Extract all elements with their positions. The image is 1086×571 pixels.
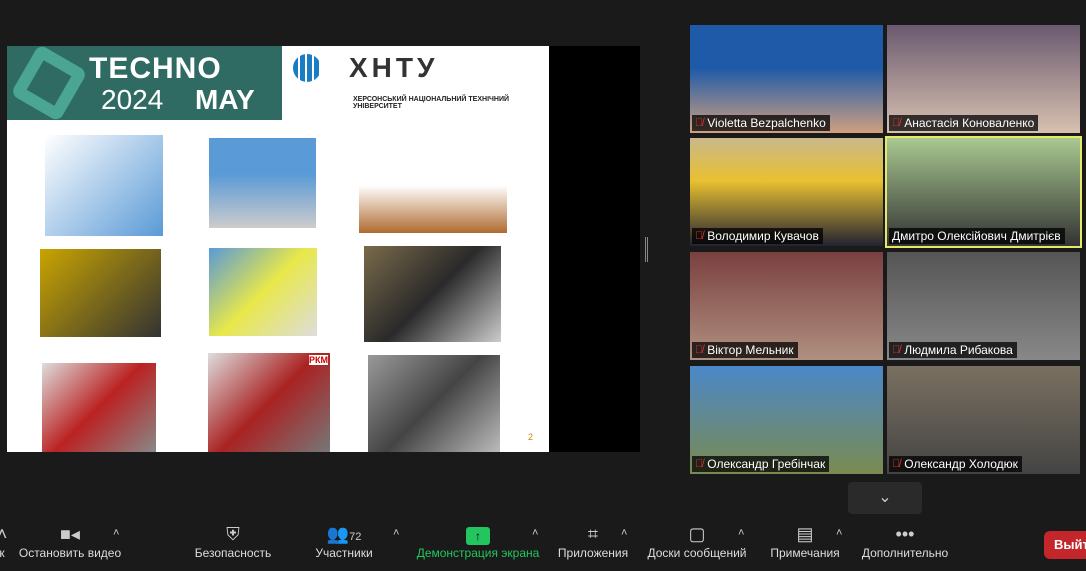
slide-image xyxy=(40,249,161,337)
page-number: 2 xyxy=(528,432,534,442)
shared-screen: TECHNO 2024 MAY ХНТУ ХЕРСОНСЬКИЙ НАЦІОНА… xyxy=(7,43,640,452)
participant-name: Violetta Bezpalchenko xyxy=(707,116,826,130)
people-icon: 👥72 xyxy=(326,524,362,544)
notes-button[interactable]: ▤ Примечания xyxy=(765,522,845,560)
participant-tile[interactable]: Дмитро Олексійович Дмитрієв xyxy=(885,136,1082,248)
participants-label: Участники xyxy=(315,546,373,560)
participant-tile[interactable]: 🎙̸ Олександр Гребінчак xyxy=(690,366,883,474)
participant-name-tag: 🎙̸ Violetta Bezpalchenko xyxy=(692,115,830,131)
slide-image xyxy=(209,248,317,336)
participant-name-tag: 🎙̸ Людмила Рибакова xyxy=(889,342,1017,358)
shield-icon: ⛨ xyxy=(226,524,240,544)
participant-name: Олександр Холодюк xyxy=(904,457,1018,471)
video-options-caret[interactable]: ˄ xyxy=(113,527,119,539)
more-label: Дополнительно xyxy=(861,546,949,560)
slide-image: РКМ xyxy=(208,353,330,452)
logo-text: ХНТУ xyxy=(349,52,439,83)
muted-mic-icon: 🎙̸ xyxy=(892,344,901,356)
presentation-slide: TECHNO 2024 MAY ХНТУ ХЕРСОНСЬКИЙ НАЦІОНА… xyxy=(7,43,549,452)
participant-tile[interactable]: 🎙̸ Violetta Bezpalchenko xyxy=(690,25,883,133)
apps-label: Приложения xyxy=(557,546,629,560)
participants-button[interactable]: 👥72 Участники xyxy=(310,522,378,560)
audio-label: к xyxy=(0,546,5,560)
participant-name: Олександр Гребінчак xyxy=(707,457,826,471)
banner-tech: TECHNO xyxy=(89,52,222,85)
participant-tile[interactable]: 🎙̸ Олександр Холодюк xyxy=(887,366,1080,474)
slide-image xyxy=(209,138,316,228)
participant-name: Віктор Мельник xyxy=(707,343,794,357)
video-label: Остановить видео xyxy=(18,546,122,560)
participant-name: Людмила Рибакова xyxy=(904,343,1013,357)
image-label: РКМ xyxy=(309,355,328,365)
participant-name: Володимир Кувачов xyxy=(707,229,819,243)
participant-name-tag: Дмитро Олексійович Дмитрієв xyxy=(889,228,1065,244)
hexagon-logo-icon xyxy=(10,43,88,123)
caret-up-icon: ˄ xyxy=(0,524,8,544)
notes-icon: ▤ xyxy=(796,524,814,544)
security-button[interactable]: ⛨ Безопасность xyxy=(190,522,276,560)
participant-name-tag: 🎙̸ Віктор Мельник xyxy=(692,342,798,358)
banner-may: MAY xyxy=(195,84,255,115)
slide-image xyxy=(359,138,507,233)
participant-name-tag: 🎙̸ Володимир Кувачов xyxy=(692,228,823,244)
security-label: Безопасность xyxy=(194,546,272,560)
muted-mic-icon: 🎙̸ xyxy=(892,117,901,129)
participant-tile[interactable]: 🎙̸ Володимир Кувачов xyxy=(690,138,883,246)
more-dots-icon: ••• xyxy=(895,524,915,544)
participant-name: Анастасія Коноваленко xyxy=(904,116,1035,130)
participant-count: 72 xyxy=(349,531,362,543)
resize-handle[interactable] xyxy=(645,237,648,262)
more-button[interactable]: ••• Дополнительно xyxy=(858,522,952,560)
muted-mic-icon: 🎙̸ xyxy=(892,458,901,470)
apps-options-caret[interactable]: ˄ xyxy=(621,527,627,539)
slide-image xyxy=(368,355,500,452)
university-name: ХЕРСОНСЬКИЙ НАЦІОНАЛЬНИЙ ТЕХНІЧНИЙ УНІВЕ… xyxy=(353,96,510,110)
participant-tile[interactable]: 🎙̸ Анастасія Коноваленко xyxy=(887,25,1080,133)
slide-image xyxy=(364,246,501,342)
muted-mic-icon: 🎙̸ xyxy=(695,458,704,470)
share-screen-button[interactable]: ↑ Демонстрация экрана xyxy=(414,522,542,560)
audio-button-partial[interactable]: ˄ к xyxy=(0,522,8,560)
whiteboards-button[interactable]: ▢ Доски сообщений xyxy=(643,522,751,560)
leave-button[interactable]: Выйти xyxy=(1044,531,1086,559)
participants-options-caret[interactable]: ˄ xyxy=(393,527,399,539)
notes-label: Примечания xyxy=(770,546,840,560)
video-camera-icon: ■◂ xyxy=(60,524,80,544)
participant-name-tag: 🎙̸ Олександр Гребінчак xyxy=(692,456,830,472)
scroll-down-button[interactable]: ⌄ xyxy=(848,482,922,514)
muted-mic-icon: 🎙̸ xyxy=(695,230,704,242)
participant-name-tag: 🎙̸ Анастасія Коноваленко xyxy=(889,115,1039,131)
notes-options-caret[interactable]: ˄ xyxy=(836,527,842,539)
techno-may-banner: TECHNO 2024 MAY xyxy=(7,43,282,123)
banner-year: 2024 xyxy=(101,84,164,115)
university-logo: ХНТУ ХЕРСОНСЬКИЙ НАЦІОНАЛЬНИЙ ТЕХНІЧНИЙ … xyxy=(289,50,544,118)
muted-mic-icon: 🎙̸ xyxy=(695,117,704,129)
stop-video-button[interactable]: ■◂ Остановить видео xyxy=(16,522,124,560)
share-options-caret[interactable]: ˄ xyxy=(532,527,538,539)
globe-icon xyxy=(293,54,321,82)
participant-tile[interactable]: 🎙̸ Віктор Мельник xyxy=(690,252,883,360)
participant-tile[interactable]: 🎙̸ Людмила Рибакова xyxy=(887,252,1080,360)
slide-image xyxy=(45,135,163,236)
whiteboards-options-caret[interactable]: ˄ xyxy=(738,527,744,539)
muted-mic-icon: 🎙̸ xyxy=(695,344,704,356)
slide-image xyxy=(42,363,156,452)
share-arrow-icon: ↑ xyxy=(414,522,542,546)
participant-name-tag: 🎙̸ Олександр Холодюк xyxy=(889,456,1022,472)
share-label: Демонстрация экрана xyxy=(416,546,540,560)
whiteboards-label: Доски сообщений xyxy=(647,546,747,560)
participant-name: Дмитро Олексійович Дмитрієв xyxy=(892,229,1061,243)
whiteboard-icon: ▢ xyxy=(688,524,706,544)
